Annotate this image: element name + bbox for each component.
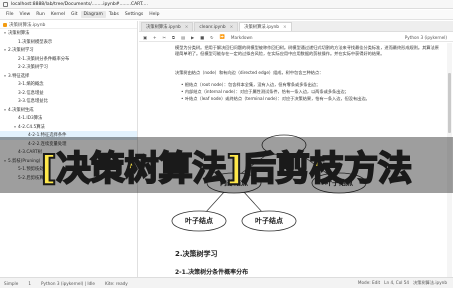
tab-label: 决策树算法.ipynb bbox=[244, 25, 279, 30]
leaf-node-bottom-right-label: 叶子结点 bbox=[255, 216, 283, 225]
close-icon[interactable]: × bbox=[283, 25, 287, 30]
scrollbar-thumb[interactable] bbox=[448, 73, 451, 133]
status-file: 决策树算法.ipynb bbox=[413, 280, 447, 285]
menu-item-diagram[interactable]: Diagram bbox=[80, 11, 106, 18]
tab-notebook[interactable]: 决策树算法.ipynb × bbox=[141, 22, 194, 31]
restart-icon[interactable]: ↻ bbox=[210, 35, 214, 40]
toc-item[interactable]: 2-1.决策树分条件概率分布 bbox=[0, 55, 137, 64]
tab-label: cleanr.ipynb bbox=[199, 24, 226, 30]
menu-item-view[interactable]: View bbox=[17, 11, 34, 18]
toc-item[interactable]: ▾ 2.决策树学习 bbox=[0, 46, 137, 55]
menu-item-help[interactable]: Help bbox=[146, 11, 162, 18]
save-icon[interactable]: ▣ bbox=[143, 35, 147, 40]
lock-icon bbox=[3, 1, 8, 7]
heading-conditional-probability: 2-1.决策树分条件概率分布 bbox=[175, 269, 249, 276]
banner-title: [决策树算法]后剪枝方法 bbox=[40, 148, 413, 190]
toc-item-label: 2-2.决策树学习 bbox=[18, 65, 48, 71]
toc-header: 决策树算法.ipynb bbox=[0, 21, 137, 29]
paste-icon[interactable]: ▤ bbox=[181, 35, 185, 40]
toc-item-label: 2-1.决策树分条件概率分布 bbox=[18, 56, 70, 62]
status-edit-mode: Mode: Edit bbox=[357, 280, 381, 285]
toc-item-label: 1.决策树模型表示 bbox=[18, 39, 53, 45]
status-right: Mode: Edit Ln 4, Col 54 决策树算法.ipynb bbox=[358, 280, 447, 286]
tab-label: 决策树算法.ipynb bbox=[146, 25, 181, 30]
toc-item[interactable]: 2-2.决策树学习 bbox=[0, 63, 137, 72]
close-icon[interactable]: × bbox=[185, 25, 189, 30]
toc-item[interactable]: 3-3.信息增益比 bbox=[0, 97, 137, 106]
status-cursor: Ln 4, Col 54 bbox=[384, 280, 410, 285]
toc-item[interactable]: ▾ 4.决策树生成 bbox=[0, 106, 137, 115]
toc-header-label: 决策树算法.ipynb bbox=[9, 22, 46, 28]
status-mode-toggle[interactable]: Simple bbox=[4, 281, 18, 286]
status-kite: Kite: ready bbox=[105, 280, 128, 286]
status-kernel[interactable]: Python 3 (ipykernel) | Idle bbox=[41, 281, 95, 286]
status-cells: 1 bbox=[28, 280, 31, 286]
toc-item[interactable]: 3-2.信息增益 bbox=[0, 89, 137, 98]
cell-type-select[interactable]: Markdown bbox=[231, 35, 253, 40]
kernel-name[interactable]: Python 3 (ipykernel) bbox=[405, 35, 447, 40]
toc-item-label: 4-1.ID3算法 bbox=[18, 116, 43, 122]
edge-internal-leaf-left bbox=[204, 190, 226, 214]
url-text[interactable]: localhost:8888/lab/tree/Documents/......… bbox=[11, 2, 148, 7]
menu-bar: File View Run Kernel Git Diagram Tabs Settings H… bbox=[0, 10, 453, 20]
toc-item-label: 3-2.信息增益 bbox=[18, 90, 44, 96]
menu-item-tabs[interactable]: Tabs bbox=[106, 11, 122, 18]
toc-item[interactable]: ▾ 4-2.C4.5算法 bbox=[0, 123, 137, 132]
heading-decision-tree-learning: 2.决策树学习 bbox=[175, 250, 218, 258]
leaf-node-bottom-left-label: 叶子结点 bbox=[185, 216, 213, 225]
menu-item-settings[interactable]: Settings bbox=[122, 11, 146, 18]
run-all-icon[interactable]: ⏩ bbox=[220, 34, 225, 40]
menu-item-kernel[interactable]: Kernel bbox=[48, 11, 68, 18]
edge-internal-leaf-right bbox=[242, 190, 264, 214]
toc-item-label: 3-1.熵的概念 bbox=[18, 82, 44, 88]
tab-notebook[interactable]: cleanr.ipynb × bbox=[194, 22, 239, 31]
copy-icon[interactable]: ⧉ bbox=[172, 35, 175, 40]
close-icon[interactable]: × bbox=[230, 25, 234, 30]
menu-item-file[interactable]: File bbox=[3, 11, 17, 18]
cut-icon[interactable]: ✂ bbox=[162, 35, 166, 40]
toc-item-label: 2.决策树学习 bbox=[8, 48, 34, 54]
add-cell-icon[interactable]: + bbox=[153, 35, 157, 40]
toc-item-label: 决策树算法 bbox=[8, 31, 30, 37]
toc-item-label: 4-2.C4.5算法 bbox=[18, 124, 45, 130]
notebook-toolbar: ▣ + ✂ ⧉ ▤ ▶ ■ ↻ ⏩ Markdown Python 3 (ipy… bbox=[139, 33, 453, 42]
toc-item-label: 3-3.信息增益比 bbox=[18, 99, 48, 105]
title-banner-overlay: [决策树算法]后剪枝方法 bbox=[0, 137, 453, 193]
notebook-icon bbox=[3, 22, 7, 27]
toc-item-label: 3.特征选择 bbox=[8, 73, 30, 79]
toc-item[interactable]: 1.决策树模型表示 bbox=[0, 38, 137, 47]
menu-item-git[interactable]: Git bbox=[68, 11, 81, 18]
toc-item[interactable]: ▾ 决策树算法 bbox=[0, 29, 137, 38]
run-icon[interactable]: ▶ bbox=[191, 35, 194, 40]
toc-item[interactable]: 3-1.熵的概念 bbox=[0, 80, 137, 89]
toc-item-label: 4.决策树生成 bbox=[8, 107, 34, 113]
browser-url-bar[interactable]: localhost:8888/lab/tree/Documents/......… bbox=[0, 0, 453, 9]
tab-notebook[interactable]: 决策树算法.ipynb × bbox=[239, 22, 292, 31]
document-tabs: 决策树算法.ipynb × cleanr.ipynb × 决策树算法.ipynb × bbox=[139, 21, 453, 32]
status-bar: Simple 1 Python 3 (ipykernel) | Idle Kit… bbox=[0, 277, 453, 288]
toc-item[interactable]: ▾ 3.特征选择 bbox=[0, 72, 137, 81]
toc-item[interactable]: 4-1.ID3算法 bbox=[0, 114, 137, 123]
stop-icon[interactable]: ■ bbox=[200, 35, 204, 40]
menu-item-run[interactable]: Run bbox=[33, 11, 48, 18]
